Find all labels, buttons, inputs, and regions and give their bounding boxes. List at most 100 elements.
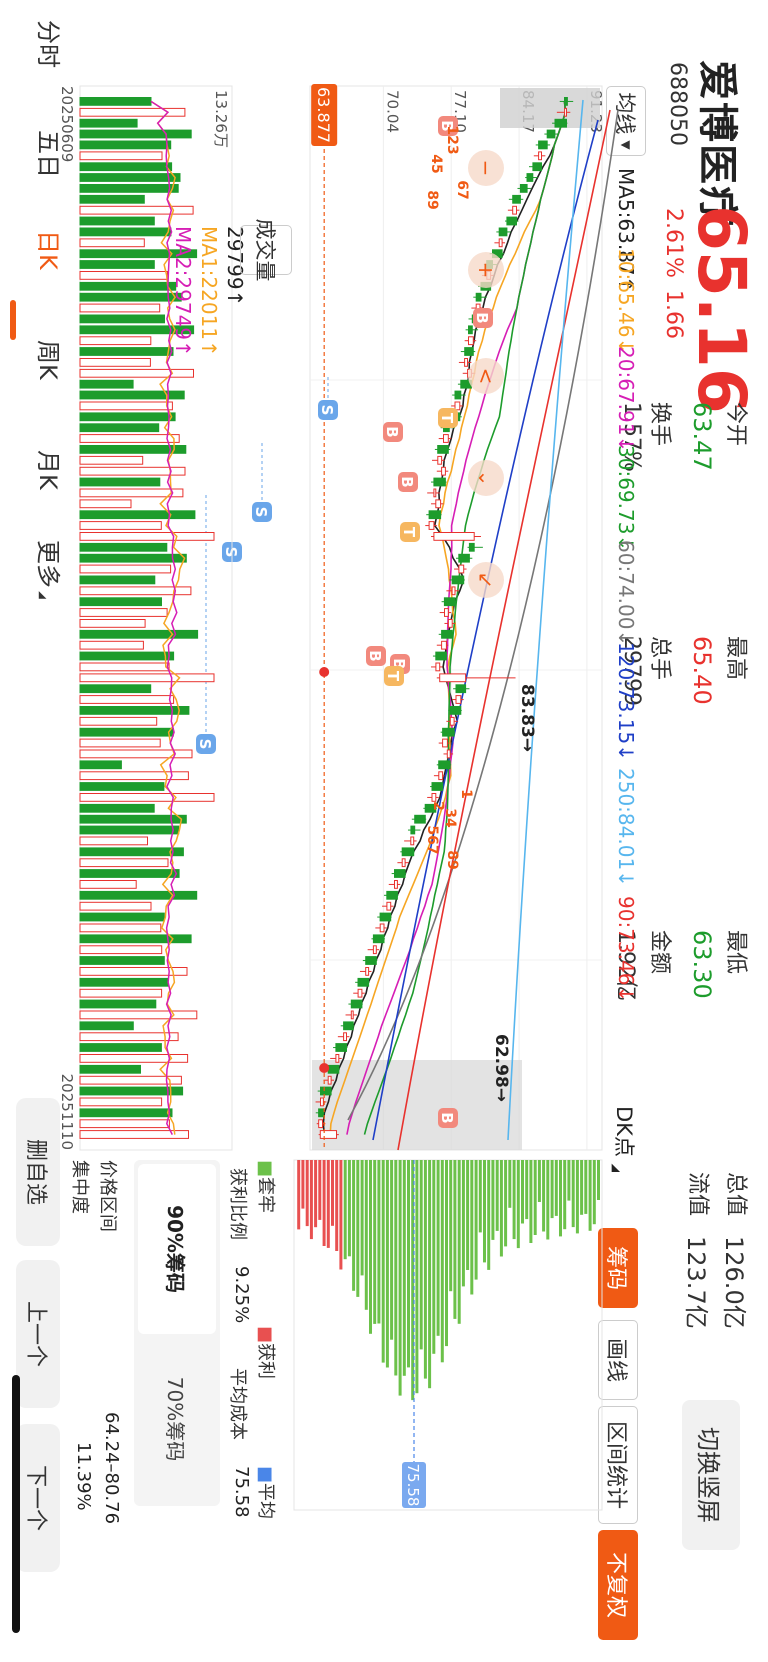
chip-bar — [377, 1160, 381, 1324]
legend-profit: ■获利 — [254, 1326, 280, 1379]
volume-bar — [79, 782, 165, 791]
candle-body — [441, 629, 453, 639]
volume-selector-label: 成交量 — [253, 218, 277, 282]
concentration-value: 11.39% — [73, 1442, 94, 1511]
tab-period-item[interactable]: 五日 — [33, 130, 68, 178]
trade-marker-buy-label: B — [398, 476, 416, 487]
candle-body — [538, 151, 542, 161]
tab-90-chips[interactable]: 90%筹码 — [138, 1164, 216, 1334]
candle-body — [410, 825, 416, 835]
chip-bar — [575, 1160, 579, 1234]
chart-tool-icon: < — [474, 368, 498, 385]
volume-bar — [79, 760, 122, 770]
candle-body — [394, 869, 406, 878]
chip-bar — [318, 1160, 322, 1220]
volume-bar — [79, 260, 155, 269]
volume-bar — [79, 684, 152, 694]
signal-number-label: 567 — [424, 825, 440, 854]
prev-stock-button[interactable]: 上一个 — [16, 1260, 60, 1408]
volume-bar — [79, 184, 179, 193]
volume-bar — [79, 880, 137, 889]
volume-bar — [79, 934, 192, 944]
more-triangle-icon: ◢ — [37, 588, 48, 599]
candle-body — [442, 738, 448, 748]
candle-body — [554, 118, 567, 128]
trade-marker-t-label: T — [384, 671, 402, 682]
tab-period-item[interactable]: 更多 ◢ — [33, 540, 68, 599]
candle-body — [475, 292, 482, 302]
chip-bar — [445, 1160, 448, 1347]
candle-body — [318, 1108, 324, 1118]
ma-legend-item: 120:73.15↓ — [614, 642, 638, 761]
chip-bar — [347, 1160, 351, 1257]
chip-bar — [419, 1160, 423, 1350]
candle-body — [443, 608, 449, 617]
volume-bar — [79, 1032, 179, 1042]
candle-body — [428, 510, 442, 520]
volume-bar — [79, 651, 175, 661]
volume-bar — [79, 151, 163, 161]
chip-bar — [343, 1160, 347, 1260]
candle-body — [526, 173, 534, 182]
chip-bar — [309, 1160, 313, 1240]
chip-bar — [453, 1160, 457, 1319]
tab-period-item[interactable]: 分时 — [33, 20, 68, 68]
volume-bar — [79, 619, 146, 628]
chip-bar — [542, 1160, 546, 1232]
candle-body — [435, 499, 442, 509]
candle-body — [350, 1010, 354, 1020]
candle-body — [386, 901, 392, 911]
candle-body — [335, 1043, 347, 1052]
trade-marker-sell-label: S — [196, 739, 214, 750]
chip-bar — [571, 1160, 575, 1228]
legend-average-label: 平均 — [255, 1483, 276, 1520]
volume-bar — [79, 1064, 141, 1074]
candle-body — [454, 401, 461, 411]
legend-trapped-label: 套牢 — [255, 1177, 276, 1214]
low-price-annotation: 62.98→ — [491, 1034, 511, 1102]
candle-body — [454, 390, 462, 400]
trade-marker-sell-label: S — [222, 547, 240, 558]
signal-number-label: 1 — [458, 789, 474, 799]
volume-bar — [79, 510, 196, 520]
tab-period-item[interactable]: 周K — [33, 340, 68, 380]
trade-marker-buy-label: B — [366, 650, 384, 661]
volume-bar — [79, 336, 152, 346]
chip-bar — [597, 1160, 600, 1200]
volume-indicator-selector[interactable]: 成交量 — [240, 219, 292, 282]
candle-body — [428, 521, 435, 530]
trade-marker-t-label: T — [400, 527, 418, 538]
candle-body — [365, 967, 370, 976]
chip-bar — [436, 1160, 440, 1336]
candle-body — [442, 434, 449, 443]
chip-bar — [326, 1160, 330, 1248]
candle-body — [538, 140, 548, 150]
chip-bar — [301, 1160, 305, 1209]
volume-ma2-label: MA2:29749↑ — [171, 226, 195, 357]
signal-number-label: 89 — [444, 850, 460, 869]
candle-body — [442, 727, 455, 737]
remove-watchlist-button[interactable]: 删自选 — [16, 1098, 60, 1246]
candle-body — [498, 238, 503, 248]
volume-bar — [79, 836, 148, 846]
candle-body — [449, 716, 455, 726]
chip-bar — [373, 1160, 377, 1324]
tab-period-item[interactable]: 月K — [33, 450, 68, 490]
volume-bar — [79, 281, 177, 291]
volume-bar — [79, 162, 173, 172]
trade-marker-t-label: T — [438, 413, 456, 424]
volume-bar — [79, 847, 184, 857]
tab-70-chips[interactable]: 70%筹码 — [138, 1334, 216, 1504]
active-tab-indicator — [10, 300, 16, 340]
chip-bar — [461, 1160, 465, 1287]
chart-tool-icon: ↙ — [474, 572, 498, 589]
volume-bar — [79, 662, 170, 672]
next-stock-button[interactable]: 下一个 — [16, 1424, 60, 1572]
candle-body — [431, 782, 444, 791]
tab-period-item[interactable]: 日K — [33, 230, 68, 270]
legend-trapped: ■套牢 — [254, 1160, 280, 1213]
candle-body — [327, 1064, 340, 1074]
chip-bar — [297, 1160, 301, 1230]
price-range-label: 价格区间 — [97, 1160, 118, 1232]
candle-body — [564, 107, 567, 117]
